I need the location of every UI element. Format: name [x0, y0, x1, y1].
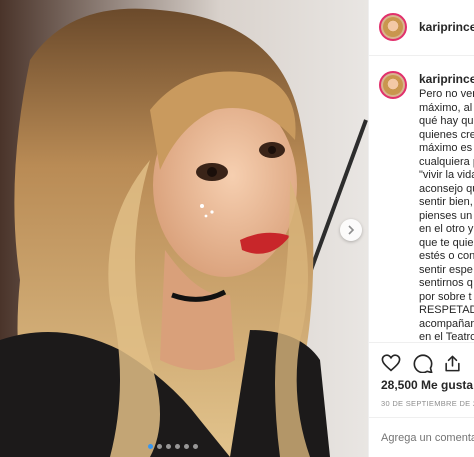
likes-count[interactable]: 28,500 Me gusta: [381, 378, 473, 392]
carousel-dot: [166, 444, 171, 449]
next-photo-button[interactable]: [340, 219, 362, 241]
caption-line: qué hay qu: [419, 115, 474, 127]
heart-icon: [381, 354, 401, 372]
caption-line: "vivir la vida: [419, 169, 474, 181]
caption-line: RESPETADO: [419, 304, 474, 316]
comment-box: [369, 417, 474, 457]
caption-line: aconsejo qu: [419, 182, 474, 195]
caption-line: en el otro y: [419, 223, 474, 235]
carousel-dot: [175, 444, 180, 449]
caption-line: cualquiera p: [419, 155, 474, 168]
caption-line: quienes cre: [419, 128, 474, 141]
like-button[interactable]: [381, 354, 401, 377]
share-icon: [445, 355, 460, 372]
caption-line: por sobre t: [419, 290, 472, 303]
post-photo[interactable]: [0, 0, 368, 457]
header-username[interactable]: kariprinceo: [419, 20, 474, 34]
caption-username[interactable]: kariprinceo: [419, 72, 474, 86]
post-caption: Pero no ver máximo, al qué hay qu quiene…: [419, 88, 474, 345]
chevron-right-icon: [348, 225, 355, 235]
caption-line: que te quie: [419, 236, 474, 249]
caption-line: Pero no ver: [419, 88, 474, 100]
post-date[interactable]: 30 DE SEPTIEMBRE DE 201: [381, 399, 474, 408]
comment-input[interactable]: [381, 432, 474, 444]
caption-avatar[interactable]: [379, 71, 407, 99]
post-header: kariprinceo: [369, 0, 474, 56]
carousel-dot: [184, 444, 189, 449]
comment-button[interactable]: [413, 354, 433, 378]
caption-line: acompañar: [419, 317, 474, 330]
carousel-dot: [193, 444, 198, 449]
carousel-dot: [157, 444, 162, 449]
caption-line: sentir espe: [419, 263, 473, 276]
avatar[interactable]: [379, 13, 407, 41]
comment-icon: [413, 354, 433, 374]
carousel-indicator: [148, 444, 198, 449]
post-sidebar: kariprinceo kariprinceo Pero no ver máxi…: [368, 0, 474, 457]
caption-line: máximo es: [419, 142, 473, 154]
caption-line: sentir bien,: [419, 196, 473, 208]
post-image: [0, 0, 368, 457]
caption-line: sentirnos q: [419, 277, 473, 289]
share-button[interactable]: [443, 354, 462, 378]
carousel-dot: [148, 444, 153, 449]
caption-line: máximo, al: [419, 101, 473, 114]
caption-line: estés o cono: [419, 250, 474, 262]
caption-line: pienses un: [419, 209, 473, 222]
